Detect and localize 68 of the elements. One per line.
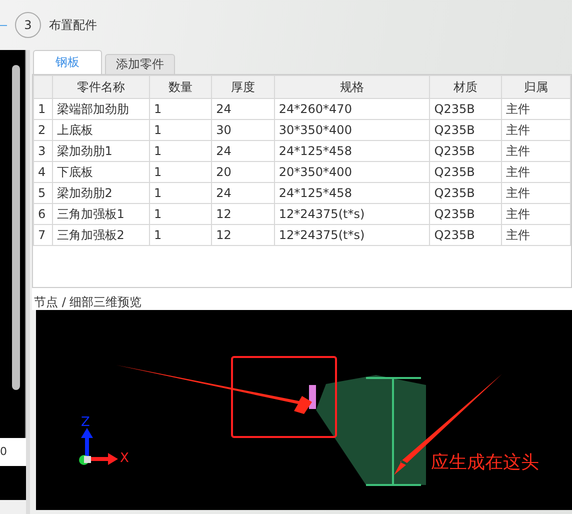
table-cell: 三角加强板1 [52,204,150,224]
table-cell: 24*260*470 [274,98,430,120]
axis-label: X [120,452,129,466]
table-cell: 主件 [501,162,570,182]
table-cell: Q235B [430,224,502,246]
table-cell: 梁端部加劲肋 [52,98,150,120]
column-header[interactable]: 材质 [430,76,502,98]
step-number: 3 [15,12,41,38]
table-cell: 30*350*400 [274,120,430,140]
table-cell: 1 [150,140,212,162]
table-cell: 24*125*458 [274,140,430,162]
row-number: 5 [34,182,52,204]
table-cell: 1 [150,224,212,246]
table-cell: Q235B [430,204,502,224]
column-header[interactable]: 厚度 [212,76,274,98]
table-cell: 20*350*400 [274,162,430,182]
table-cell: 24 [212,182,274,204]
table-cell: 24*125*458 [274,182,430,204]
table-cell: Q235B [430,120,502,140]
table-cell: 主件 [501,98,570,120]
table-cell: 1 [150,120,212,140]
column-header[interactable]: 归属 [501,76,570,98]
axis-label: Z [81,416,90,430]
table-cell: 12 [212,224,274,246]
column-header[interactable]: 零件名称 [52,76,150,98]
table-cell: 1 [150,162,212,182]
table-cell: 主件 [501,182,570,204]
value-text: 0 [0,438,26,466]
table-cell: 三角加强板2 [52,224,150,246]
table-cell: 12 [212,204,274,224]
column-header[interactable]: 数量 [150,76,212,98]
table-cell: 12*24375(t*s) [274,224,430,246]
table-cell: 主件 [501,120,570,140]
table-cell: 20 [212,162,274,182]
table-cell: 24 [212,98,274,120]
table-cell: Q235B [430,162,502,182]
row-number: 6 [34,204,52,224]
axis-icon [79,428,118,465]
preview-title: 节点 / 细部三维预览 [32,288,572,310]
row-number: 2 [34,120,52,140]
table-cell: 主件 [501,140,570,162]
table-cell: Q235B [430,98,502,120]
table-cell: 下底板 [52,162,150,182]
table-cell: 主件 [501,204,570,224]
row-number: 1 [34,98,52,120]
arrow-icon [116,365,312,414]
table-cell: 24 [212,140,274,162]
table-cell: 30 [212,120,274,140]
table-cell: 1 [150,98,212,120]
table-cell: Q235B [430,182,502,204]
table-cell: 主件 [501,224,570,246]
column-header[interactable]: 规格 [274,76,430,98]
row-number: 3 [34,140,52,162]
table-cell: 1 [150,204,212,224]
table-cell: 12*24375(t*s) [274,204,430,224]
tab[interactable]: 添加零件 [105,54,175,74]
scrollbar[interactable] [12,65,20,390]
row-number: 4 [34,162,52,182]
plate-drawing [309,385,316,409]
table-cell: 1 [150,182,212,204]
row-number: 7 [34,224,52,246]
viewport-panel [0,466,26,500]
annotation-text: 应生成在这头 [431,451,539,474]
table-cell: Q235B [430,140,502,162]
table-cell: 梁加劲肋2 [52,182,150,204]
table-cell: 上底板 [52,120,150,140]
step-title: 布置配件 [49,16,97,34]
table-cell: 梁加劲肋1 [52,140,150,162]
